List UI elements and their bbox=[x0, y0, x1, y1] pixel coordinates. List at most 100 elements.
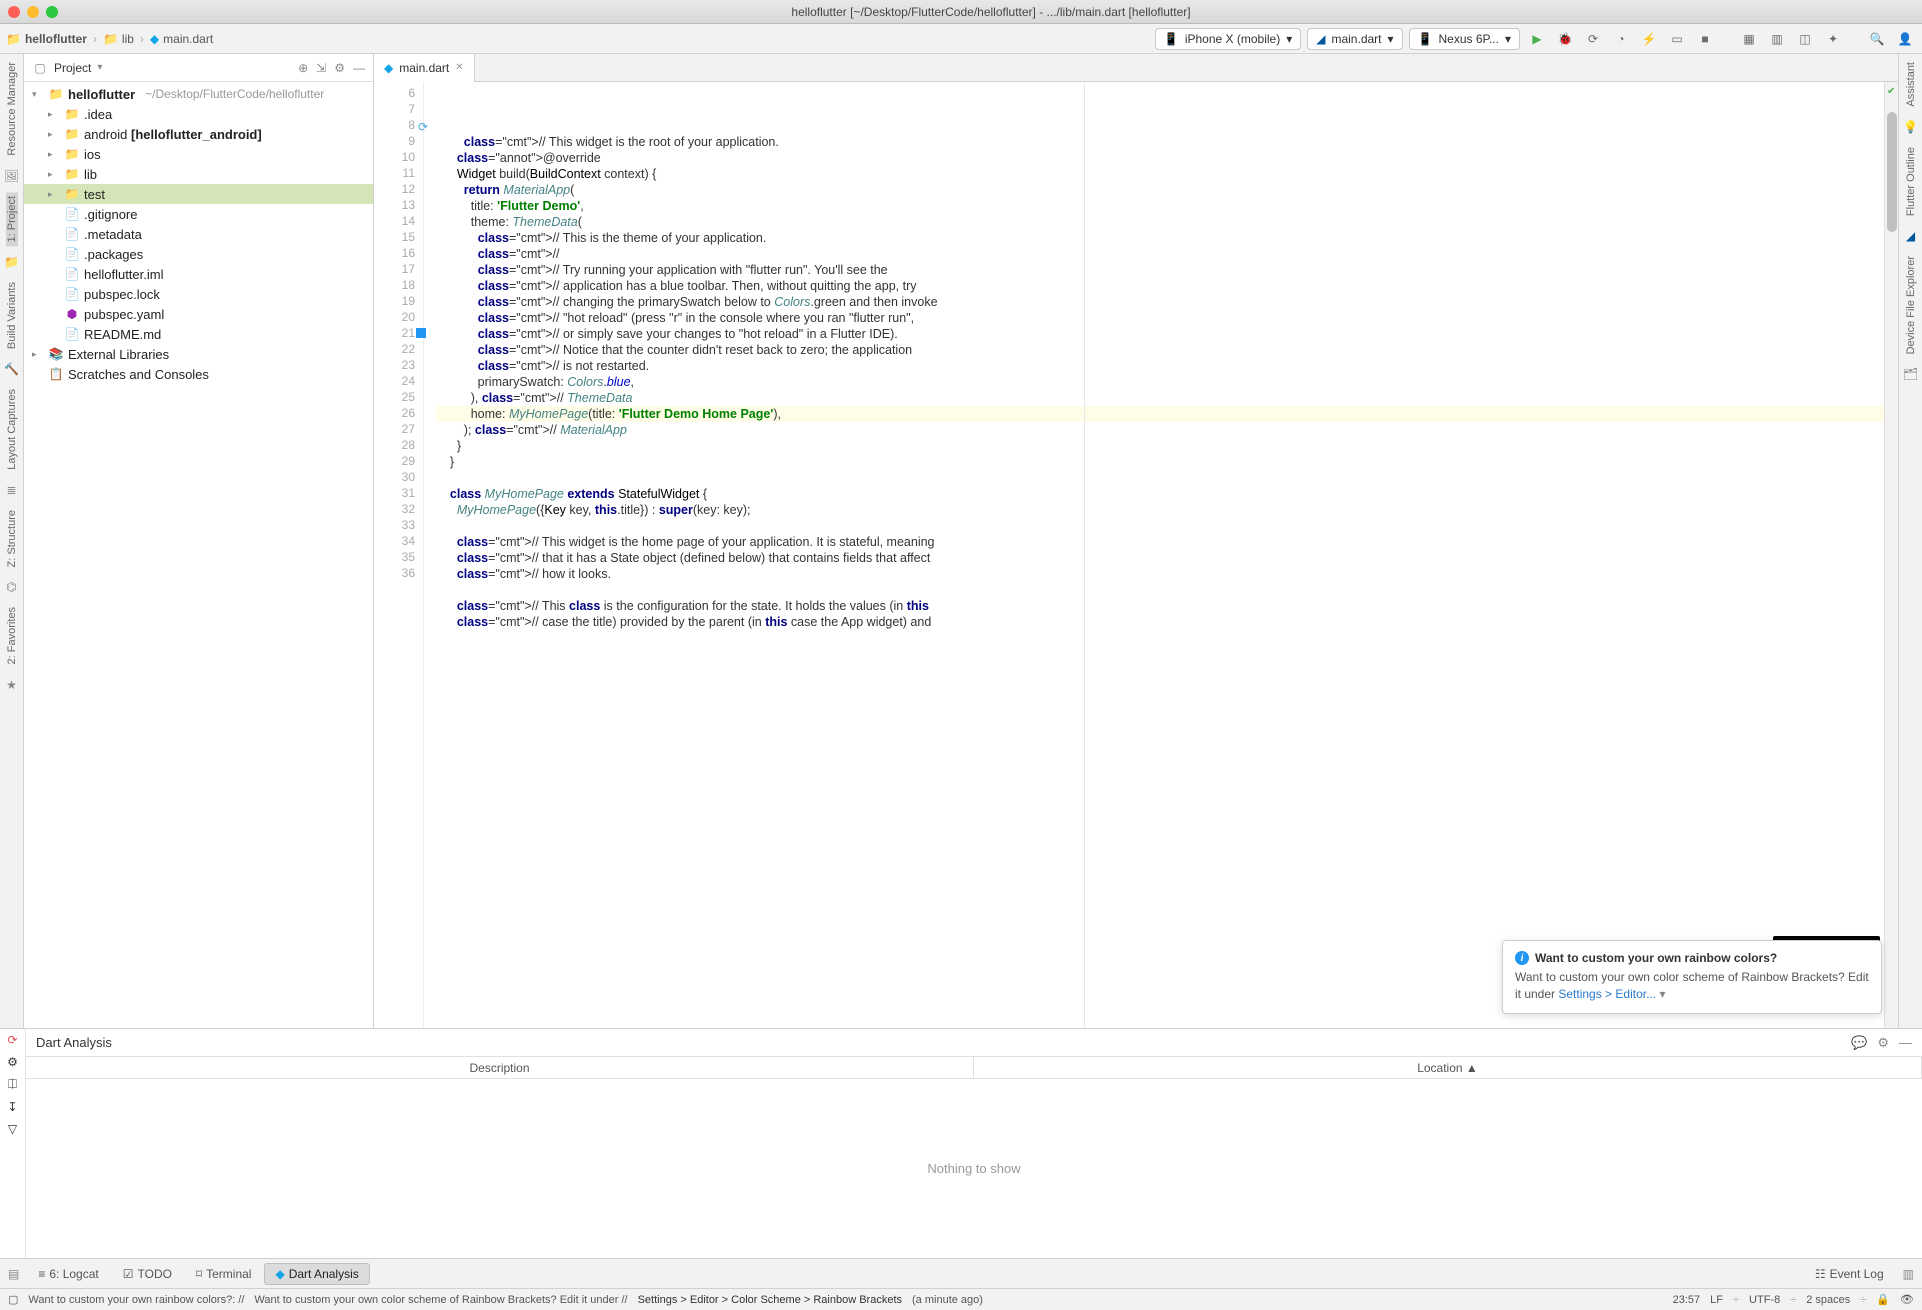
tree-root[interactable]: ▾ 📁 helloflutter ~/Desktop/FlutterCode/h… bbox=[24, 84, 373, 104]
sdk-manager-button[interactable]: ▥ bbox=[1766, 28, 1788, 50]
tree-item[interactable]: ▸ 📁 test bbox=[24, 184, 373, 204]
col-description[interactable]: Description bbox=[26, 1057, 974, 1078]
chevron-down-icon[interactable]: ▾ bbox=[1659, 987, 1665, 1001]
tab-logcat[interactable]: ≡6: Logcat bbox=[27, 1263, 109, 1285]
image-icon: 🖼 bbox=[4, 168, 20, 184]
col-location[interactable]: Location ▲ bbox=[974, 1057, 1922, 1078]
notification-popup[interactable]: i Want to custom your own rainbow colors… bbox=[1502, 940, 1882, 1014]
breadcrumb-project[interactable]: helloflutter bbox=[25, 32, 87, 46]
avd-selector[interactable]: 📱 Nexus 6P... ▾ bbox=[1409, 28, 1520, 50]
layout-inspector-button[interactable]: ◫ bbox=[1794, 28, 1816, 50]
rail-structure[interactable]: Z: Structure bbox=[6, 506, 18, 571]
run-config-selector[interactable]: ◢ main.dart ▾ bbox=[1307, 28, 1402, 50]
hot-reload-button[interactable]: ⚡ bbox=[1638, 28, 1660, 50]
project-panel-title[interactable]: Project bbox=[54, 61, 91, 75]
tree-item[interactable]: ▸ 📁 ios bbox=[24, 144, 373, 164]
folder-icon: 📁 bbox=[64, 167, 80, 181]
gear-icon[interactable]: ⚙ bbox=[7, 1055, 18, 1069]
chevron-right-icon[interactable]: ▸ bbox=[32, 349, 44, 360]
tab-terminal[interactable]: ⌑Terminal bbox=[185, 1263, 263, 1285]
hide-icon[interactable]: — bbox=[353, 61, 365, 75]
rail-build-variants[interactable]: Build Variants bbox=[6, 278, 18, 353]
tree-item[interactable]: 📄 README.md bbox=[24, 324, 373, 344]
star-icon: ★ bbox=[4, 677, 20, 693]
autoscroll-icon[interactable]: ↧ bbox=[7, 1100, 17, 1114]
close-window-button[interactable] bbox=[8, 6, 20, 18]
editor-tab-main[interactable]: ◆ main.dart ✕ bbox=[374, 54, 475, 82]
profile-button[interactable]: ◔ bbox=[1610, 28, 1632, 50]
chevron-right-icon[interactable]: ▸ bbox=[48, 189, 60, 200]
chevron-right-icon: › bbox=[91, 32, 99, 46]
tree-item[interactable]: ▸ 📁 android [helloflutter_android] bbox=[24, 124, 373, 144]
group-icon[interactable]: ⎅ bbox=[8, 1077, 18, 1092]
tree-item[interactable]: 📄 .packages bbox=[24, 244, 373, 264]
chevron-right-icon[interactable]: ▸ bbox=[48, 109, 60, 120]
chevron-right-icon[interactable]: ▸ bbox=[48, 149, 60, 160]
gear-icon[interactable]: ⚙ bbox=[334, 61, 345, 75]
tab-todo[interactable]: ☑TODO bbox=[112, 1263, 183, 1285]
editor-scrollbar[interactable]: ✔ bbox=[1884, 82, 1898, 1028]
avd-manager-button[interactable]: ▦ bbox=[1738, 28, 1760, 50]
tree-item[interactable]: ⬢ pubspec.yaml bbox=[24, 304, 373, 324]
layout-icon[interactable]: ▥ bbox=[1903, 1267, 1914, 1281]
tree-scratches[interactable]: 📋 Scratches and Consoles bbox=[24, 364, 373, 384]
lock-icon[interactable]: 🔒 bbox=[1876, 1293, 1890, 1306]
user-icon[interactable]: 👤 bbox=[1894, 28, 1916, 50]
status-msg3[interactable]: Settings > Editor > Color Scheme > Rainb… bbox=[638, 1294, 902, 1306]
rail-flutter-outline[interactable]: Flutter Outline bbox=[1905, 143, 1917, 220]
gear-icon[interactable]: ⚙ bbox=[1877, 1035, 1889, 1051]
status-eol[interactable]: LF bbox=[1710, 1294, 1723, 1306]
close-icon[interactable]: ✕ bbox=[455, 62, 463, 73]
notification-link[interactable]: Settings > Editor... bbox=[1558, 987, 1656, 1001]
minimize-icon[interactable]: — bbox=[1899, 1035, 1912, 1051]
collapse-icon[interactable]: ⇲ bbox=[316, 61, 326, 75]
search-button[interactable]: 🔍 bbox=[1866, 28, 1888, 50]
minimize-window-button[interactable] bbox=[27, 6, 39, 18]
rail-layout-captures[interactable]: Layout Captures bbox=[6, 385, 18, 474]
breadcrumb-file[interactable]: main.dart bbox=[163, 32, 213, 46]
maximize-window-button[interactable] bbox=[46, 6, 58, 18]
status-encoding[interactable]: UTF-8 bbox=[1749, 1294, 1780, 1306]
tree-item[interactable]: ▸ 📁 lib bbox=[24, 164, 373, 184]
refresh-icon[interactable]: ⟳ bbox=[7, 1033, 17, 1047]
target-icon[interactable]: ⊕ bbox=[298, 61, 308, 75]
attach-button[interactable]: ▭ bbox=[1666, 28, 1688, 50]
tree-label: .gitignore bbox=[84, 207, 137, 222]
rail-device-file-explorer[interactable]: Device File Explorer bbox=[1905, 252, 1917, 358]
tab-dart-analysis[interactable]: ◆Dart Analysis bbox=[264, 1263, 369, 1285]
folder-icon: 📁 bbox=[103, 32, 118, 46]
chevron-down-icon[interactable]: ▾ bbox=[97, 62, 102, 73]
coverage-button[interactable]: ⟳ bbox=[1582, 28, 1604, 50]
tree-external-libs[interactable]: ▸ 📚 External Libraries bbox=[24, 344, 373, 364]
rail-favorites[interactable]: 2: Favorites bbox=[6, 603, 18, 668]
tree-item[interactable]: 📄 .gitignore bbox=[24, 204, 373, 224]
tree-item[interactable]: 📄 helloflutter.iml bbox=[24, 264, 373, 284]
resource-button[interactable]: ✦ bbox=[1822, 28, 1844, 50]
stop-button[interactable]: ■ bbox=[1694, 28, 1716, 50]
tree-item[interactable]: ▸ 📁 .idea bbox=[24, 104, 373, 124]
filter-icon[interactable]: ▽ bbox=[8, 1122, 17, 1136]
inspector-icon[interactable]: 👁 bbox=[1900, 1293, 1914, 1306]
breadcrumb-folder[interactable]: lib bbox=[122, 32, 134, 46]
scroll-thumb[interactable] bbox=[1887, 112, 1897, 232]
chevron-down-icon[interactable]: ▾ bbox=[32, 89, 44, 100]
rail-assistant[interactable]: Assistant bbox=[1905, 58, 1917, 111]
status-indent[interactable]: 2 spaces bbox=[1806, 1294, 1850, 1306]
debug-button[interactable]: 🐞 bbox=[1554, 28, 1576, 50]
rail-project[interactable]: 1: Project bbox=[6, 192, 18, 246]
run-button[interactable]: ▶ bbox=[1526, 28, 1548, 50]
tree-item[interactable]: 📄 .metadata bbox=[24, 224, 373, 244]
tree-item[interactable]: 📄 pubspec.lock bbox=[24, 284, 373, 304]
project-tree[interactable]: ▾ 📁 helloflutter ~/Desktop/FlutterCode/h… bbox=[24, 82, 373, 1028]
chevron-right-icon[interactable]: ▸ bbox=[48, 129, 60, 140]
notification-body: Want to custom your own color scheme of … bbox=[1515, 969, 1869, 1003]
rail-resource-manager[interactable]: Resource Manager bbox=[6, 58, 18, 160]
messages-icon[interactable]: ▤ bbox=[8, 1267, 19, 1281]
code-area[interactable]: class="cmt">// This widget is the root o… bbox=[424, 82, 1884, 1028]
status-icon[interactable]: ▢ bbox=[8, 1293, 18, 1306]
feedback-icon[interactable]: 💬 bbox=[1851, 1035, 1867, 1051]
tab-event-log[interactable]: ☷Event Log bbox=[1804, 1263, 1895, 1285]
statusbar: ▢ Want to custom your own rainbow colors… bbox=[0, 1288, 1922, 1310]
chevron-right-icon[interactable]: ▸ bbox=[48, 169, 60, 180]
device-selector[interactable]: 📱 iPhone X (mobile) ▾ bbox=[1155, 28, 1301, 50]
